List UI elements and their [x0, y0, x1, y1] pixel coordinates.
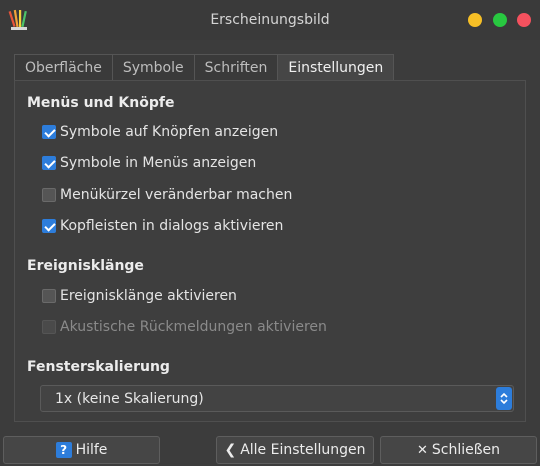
option-label: Menükürzel veränderbar machen [60, 187, 293, 203]
section-scaling-title: Fensterskalierung [27, 359, 170, 375]
help-label: Hilfe [75, 442, 108, 458]
option-input-feedback: Akustische Rückmeldungen aktivieren [42, 318, 327, 336]
tab-einstellungen[interactable]: Einstellungen [277, 54, 395, 81]
help-button[interactable]: ? Hilfe [3, 436, 160, 464]
checkbox[interactable] [42, 289, 56, 303]
section-sounds-title: Ereignisklänge [27, 258, 144, 274]
tab-schriften[interactable]: Schriften [193, 54, 279, 81]
close-window-button[interactable] [517, 13, 531, 27]
select-value: 1x (keine Skalierung) [55, 391, 204, 407]
tab-oberflaeche[interactable]: Oberfläche [14, 54, 113, 81]
titlebar[interactable]: Erscheinungsbild [0, 0, 540, 40]
tab-bar: Oberfläche Symbole Schriften Einstellung… [14, 54, 395, 81]
close-label: Schließen [431, 442, 501, 458]
tab-label: Symbole [122, 60, 184, 76]
option-label: Kopfleisten in dialogs aktivieren [60, 218, 284, 234]
checkbox[interactable] [42, 188, 56, 202]
section-menus-title: Menüs und Knöpfe [27, 95, 175, 111]
all-settings-button[interactable]: ❮ Alle Einstellungen [216, 436, 374, 464]
checkbox [42, 320, 56, 334]
checkbox[interactable] [42, 156, 56, 170]
checkbox[interactable] [42, 219, 56, 233]
option-button-icons[interactable]: Symbole auf Knöpfen anzeigen [42, 123, 278, 141]
tab-label: Einstellungen [288, 60, 384, 76]
close-button[interactable]: ✕ Schließen [380, 436, 537, 464]
option-event-sounds[interactable]: Ereignisklänge aktivieren [42, 287, 237, 305]
maximize-button[interactable] [493, 13, 507, 27]
window-scaling-select[interactable]: 1x (keine Skalierung) [40, 385, 514, 412]
all-settings-label: Alle Einstellungen [240, 442, 366, 458]
minimize-button[interactable] [468, 13, 482, 27]
option-menu-icons[interactable]: Symbole in Menüs anzeigen [42, 154, 256, 172]
tab-label: Schriften [204, 60, 268, 76]
option-label: Ereignisklänge aktivieren [60, 288, 237, 304]
tab-symbole[interactable]: Symbole [111, 54, 195, 81]
close-x-icon: ✕ [416, 442, 428, 458]
option-label: Akustische Rückmeldungen aktivieren [60, 319, 327, 335]
option-label: Symbole in Menüs anzeigen [60, 155, 257, 171]
updown-arrows-icon[interactable] [496, 387, 512, 410]
option-label: Symbole auf Knöpfen anzeigen [60, 124, 279, 140]
appearance-window: Erscheinungsbild Oberfläche Symbole Schr… [0, 0, 540, 466]
option-dialog-headerbars[interactable]: Kopfleisten in dialogs aktivieren [42, 217, 283, 235]
checkbox[interactable] [42, 125, 56, 139]
window-title: Erscheinungsbild [210, 12, 330, 28]
chevron-left-icon: ❮ [224, 442, 237, 458]
help-icon: ? [55, 442, 72, 458]
option-editable-accels[interactable]: Menükürzel veränderbar machen [42, 186, 292, 204]
tab-label: Oberfläche [25, 60, 102, 76]
